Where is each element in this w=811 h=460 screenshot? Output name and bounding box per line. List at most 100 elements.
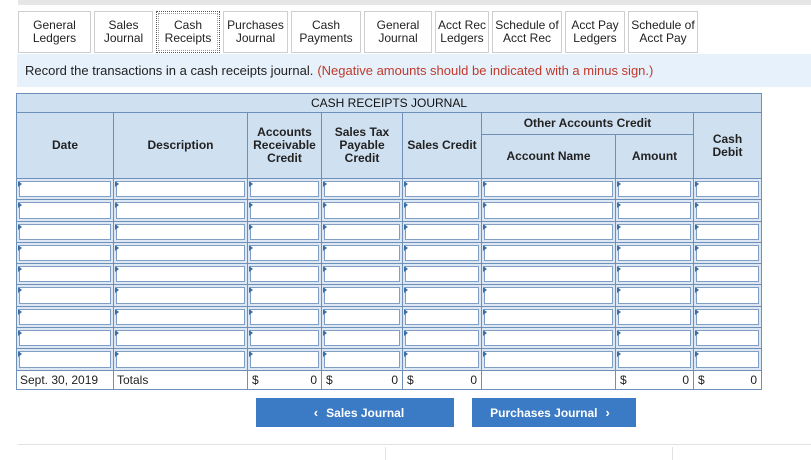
date-input[interactable] (19, 244, 111, 262)
tab-purchases-journal[interactable]: Purchases Journal (223, 11, 288, 53)
accounts-receivable-input[interactable] (250, 351, 319, 368)
sales-credit-input[interactable] (405, 244, 479, 262)
dropdown-indicator-icon (695, 244, 699, 251)
sales-tax-input[interactable] (324, 223, 400, 240)
cash-debit-input[interactable] (696, 351, 760, 368)
description-input[interactable] (116, 308, 245, 326)
cell-description (113, 327, 248, 350)
dropdown-indicator-icon (249, 287, 253, 294)
tab-acct-pay-ledgers[interactable]: Acct Pay Ledgers (565, 11, 625, 53)
cash-debit-input[interactable] (696, 330, 760, 347)
amount-input[interactable] (618, 181, 691, 198)
accounts-receivable-input[interactable] (250, 266, 319, 283)
next-purchases-journal-button[interactable]: Purchases Journal › (472, 398, 636, 427)
account-name-input[interactable] (484, 330, 613, 347)
sales-tax-input[interactable] (324, 308, 400, 326)
cash-debit-input[interactable] (696, 223, 760, 240)
cell-account-name (481, 220, 616, 243)
cash-debit-input[interactable] (696, 287, 760, 304)
accounts-receivable-input[interactable] (250, 223, 319, 240)
sales-tax-input[interactable] (324, 244, 400, 262)
tab-schedule-of-acct-rec[interactable]: Schedule of Acct Rec (492, 11, 562, 53)
tab-schedule-of-acct-pay[interactable]: Schedule of Acct Pay (628, 11, 698, 53)
dropdown-indicator-icon (115, 202, 119, 209)
cell-account-name (481, 284, 616, 307)
prev-sales-journal-button[interactable]: ‹ Sales Journal (256, 398, 454, 427)
sales-tax-input[interactable] (324, 330, 400, 347)
amount-input[interactable] (618, 266, 691, 283)
accounts-receivable-input[interactable] (250, 308, 319, 326)
description-input[interactable] (116, 266, 245, 283)
tab-general-ledgers[interactable]: General Ledgers (18, 11, 91, 53)
sales-credit-input[interactable] (405, 223, 479, 240)
header-sales-credit: Sales Credit (402, 112, 482, 179)
date-input[interactable] (19, 181, 111, 198)
tab-acct-rec-ledgers[interactable]: Acct Rec Ledgers (435, 11, 489, 53)
sales-tax-input[interactable] (324, 202, 400, 219)
sales-credit-input[interactable] (405, 266, 479, 283)
amount-input[interactable] (618, 202, 691, 219)
description-input[interactable] (116, 223, 245, 240)
date-input[interactable] (19, 351, 111, 368)
accounts-receivable-input[interactable] (250, 287, 319, 304)
amount-input[interactable] (618, 308, 691, 326)
total-ar-value: 0 (310, 372, 317, 387)
sales-credit-input[interactable] (405, 181, 479, 198)
sales-tax-input[interactable] (324, 351, 400, 368)
amount-input[interactable] (618, 330, 691, 347)
description-input[interactable] (116, 287, 245, 304)
date-input[interactable] (19, 266, 111, 283)
amount-input[interactable] (618, 287, 691, 304)
accounts-receivable-input[interactable] (250, 330, 319, 347)
accounts-receivable-input[interactable] (250, 244, 319, 262)
cell-sales-credit (402, 348, 482, 371)
cash-debit-input[interactable] (696, 308, 760, 326)
cash-debit-input[interactable] (696, 202, 760, 219)
account-name-input[interactable] (484, 351, 613, 368)
dropdown-indicator-icon (483, 287, 487, 294)
account-name-input[interactable] (484, 244, 613, 262)
sales-tax-input[interactable] (324, 181, 400, 198)
date-input[interactable] (19, 202, 111, 219)
description-input[interactable] (116, 244, 245, 262)
description-input[interactable] (116, 181, 245, 198)
description-input[interactable] (116, 202, 245, 219)
description-input[interactable] (116, 330, 245, 347)
date-input[interactable] (19, 330, 111, 347)
tab-sales-journal[interactable]: Sales Journal (94, 11, 153, 53)
tab-general-journal[interactable]: General Journal (364, 11, 432, 53)
account-name-input[interactable] (484, 181, 613, 198)
sales-credit-input[interactable] (405, 351, 479, 368)
sales-tax-input[interactable] (324, 287, 400, 304)
date-input[interactable] (19, 308, 111, 326)
accounts-receivable-input[interactable] (250, 202, 319, 219)
dropdown-indicator-icon (404, 181, 408, 187)
account-name-input[interactable] (484, 266, 613, 283)
sales-credit-input[interactable] (405, 202, 479, 219)
cell-date (16, 220, 114, 243)
accounts-receivable-input[interactable] (250, 181, 319, 198)
cash-debit-input[interactable] (696, 181, 760, 198)
account-name-input[interactable] (484, 308, 613, 326)
cash-debit-input[interactable] (696, 266, 760, 283)
description-input[interactable] (116, 351, 245, 368)
cash-debit-input[interactable] (696, 244, 760, 262)
cell-cash-debit (692, 284, 763, 307)
sales-credit-input[interactable] (405, 287, 479, 304)
date-input[interactable] (19, 287, 111, 304)
account-name-input[interactable] (484, 202, 613, 219)
tab-cash-payments[interactable]: Cash Payments (291, 11, 361, 53)
sales-tax-input[interactable] (324, 266, 400, 283)
cell-accounts-receivable (247, 199, 322, 222)
dropdown-indicator-icon (115, 330, 119, 337)
tab-cash-receipts[interactable]: Cash Receipts (156, 11, 220, 53)
amount-input[interactable] (618, 223, 691, 240)
sales-credit-input[interactable] (405, 308, 479, 326)
account-name-input[interactable] (484, 287, 613, 304)
sales-credit-input[interactable] (405, 330, 479, 347)
amount-input[interactable] (618, 351, 691, 368)
amount-input[interactable] (618, 244, 691, 262)
date-input[interactable] (19, 223, 111, 240)
dropdown-indicator-icon (617, 181, 621, 187)
account-name-input[interactable] (484, 223, 613, 240)
